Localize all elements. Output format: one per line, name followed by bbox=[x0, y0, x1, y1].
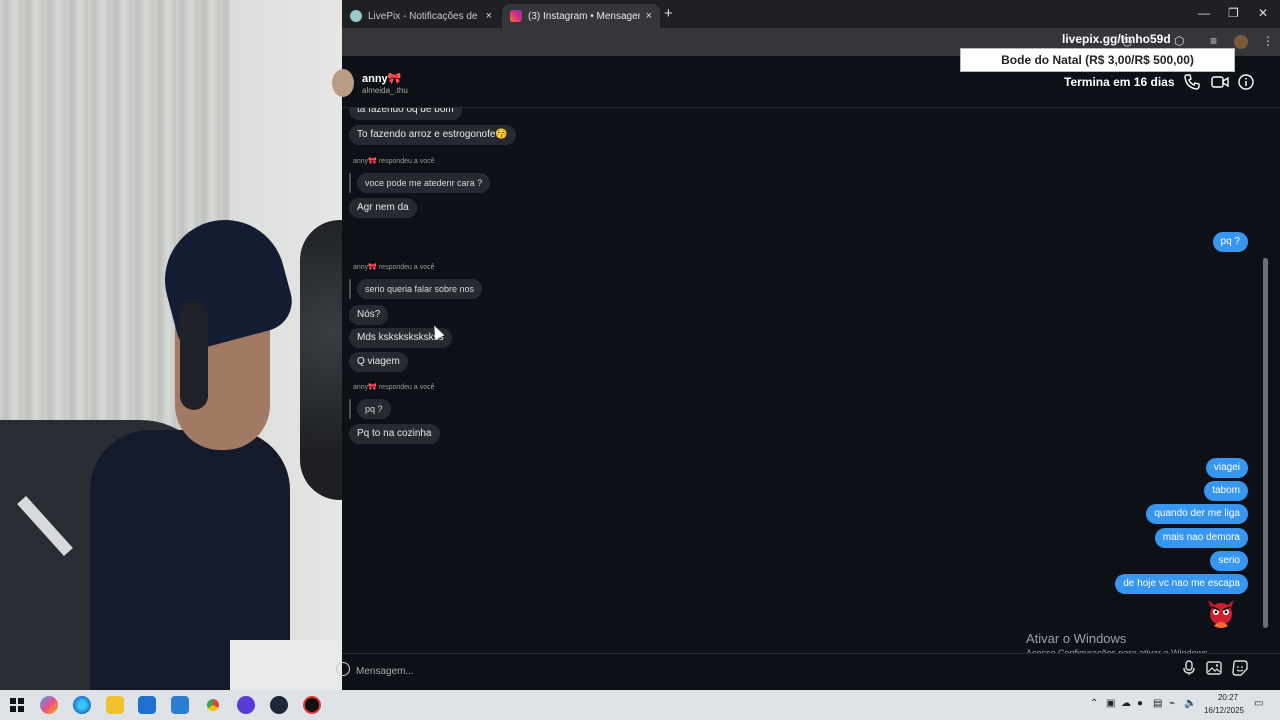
new-tab-button[interactable]: + bbox=[664, 5, 673, 22]
message-incoming[interactable]: Nós? bbox=[349, 305, 389, 325]
sticker-icon[interactable] bbox=[1232, 660, 1248, 679]
livepix-url: livepix.gg/tinho59d bbox=[1062, 32, 1171, 46]
close-tab-icon[interactable]: × bbox=[646, 10, 652, 22]
reply-indicator bbox=[349, 399, 351, 419]
file-explorer-icon[interactable] bbox=[106, 696, 124, 714]
steam-icon[interactable] bbox=[270, 696, 288, 714]
microphone-icon[interactable] bbox=[1182, 660, 1196, 679]
donation-goal: Bode do Natal (R$ 3,00/R$ 500,00) bbox=[960, 48, 1235, 72]
phone-icon[interactable] bbox=[1184, 74, 1200, 94]
maximize-button[interactable]: ❐ bbox=[1228, 6, 1239, 20]
message-incoming[interactable]: Agr nem da bbox=[349, 198, 417, 218]
clock-time[interactable]: 20:27 bbox=[1206, 693, 1250, 702]
message-composer bbox=[336, 653, 1280, 690]
contact-handle: almeida_.thu bbox=[362, 86, 408, 95]
message-incoming[interactable]: To fazendo arroz e estrogonofe😚 bbox=[349, 125, 516, 145]
message-incoming[interactable]: Q viagem bbox=[349, 352, 408, 372]
microphone-tray-icon[interactable]: ● bbox=[1137, 698, 1143, 709]
tab-title: (3) Instagram • Mensagens bbox=[528, 10, 640, 22]
message-input[interactable] bbox=[356, 661, 1176, 681]
fan bbox=[300, 220, 342, 500]
contact-name[interactable]: anny🎀 bbox=[362, 72, 401, 85]
video-call-icon[interactable] bbox=[1211, 74, 1229, 94]
tab-instagram[interactable]: (3) Instagram • Mensagens × bbox=[502, 4, 660, 28]
message-outgoing[interactable]: tabom bbox=[1204, 481, 1248, 501]
message-outgoing[interactable]: pq ? bbox=[1212, 232, 1248, 252]
reply-meta: anny🎀 respondeu a você bbox=[353, 264, 435, 271]
outlook-icon[interactable] bbox=[171, 696, 189, 714]
app-icon[interactable] bbox=[303, 696, 321, 714]
windows-start-icon[interactable] bbox=[8, 696, 26, 714]
info-icon[interactable] bbox=[1238, 74, 1254, 94]
media-icon[interactable]: ≡ bbox=[1210, 34, 1217, 48]
emoji-icon[interactable] bbox=[336, 662, 350, 676]
webcam-feed bbox=[0, 0, 342, 690]
message-outgoing[interactable]: serio bbox=[1210, 551, 1248, 571]
message-outgoing[interactable]: de hoje vc nao me escapa bbox=[1115, 574, 1248, 594]
instagram-favicon-icon bbox=[510, 10, 522, 22]
close-tab-icon[interactable]: × bbox=[486, 10, 492, 22]
activate-windows-title: Ativar o Windows bbox=[1026, 631, 1127, 646]
tray-icon[interactable]: ▣ bbox=[1106, 698, 1115, 709]
obs-icon[interactable] bbox=[237, 696, 255, 714]
screen: LivePix - Notificações de Pix pa × (3) I… bbox=[0, 0, 1280, 720]
tab-livepix[interactable]: LivePix - Notificações de Pix pa × bbox=[342, 4, 500, 28]
message-outgoing[interactable]: mais nao demora bbox=[1154, 528, 1248, 548]
scrollbar[interactable] bbox=[1260, 108, 1270, 648]
copilot-icon[interactable] bbox=[40, 696, 58, 714]
tab-title: LivePix - Notificações de Pix pa bbox=[368, 10, 480, 22]
livepix-favicon-icon bbox=[350, 10, 362, 22]
reply-quote[interactable]: voce pode me atedenr cara ? bbox=[357, 173, 491, 193]
headset bbox=[180, 300, 208, 410]
clock-date[interactable]: 16/12/2025 bbox=[1200, 706, 1248, 715]
tab-bar: LivePix - Notificações de Pix pa × (3) I… bbox=[342, 0, 1280, 28]
cloud-icon[interactable]: ☁ bbox=[1121, 698, 1131, 709]
close-window-button[interactable]: ✕ bbox=[1258, 6, 1268, 20]
reply-indicator bbox=[349, 279, 351, 299]
reply-quote[interactable]: serio queria falar sobre nos bbox=[357, 279, 483, 299]
image-icon[interactable] bbox=[1206, 660, 1222, 679]
table bbox=[230, 640, 342, 690]
display-icon[interactable]: ▤ bbox=[1153, 698, 1162, 709]
angry-devil-sticker[interactable] bbox=[1206, 600, 1236, 634]
menu-icon[interactable]: ⋮ bbox=[1262, 34, 1274, 48]
taskbar: ⌃ ▣ ☁ ● ▤ ⌁ 🔈 20:27 16/12/2025 ▭ bbox=[0, 690, 1280, 720]
edge-icon[interactable] bbox=[73, 696, 91, 714]
chrome-icon[interactable] bbox=[204, 696, 222, 714]
reply-meta: anny🎀 respondeu a você bbox=[353, 158, 435, 165]
message-incoming[interactable]: ta fazendo oq de bom bbox=[349, 108, 462, 120]
message-outgoing[interactable]: viagei bbox=[1205, 458, 1248, 478]
message-thread[interactable]: ta fazendo oq de bom To fazendo arroz e … bbox=[342, 108, 1262, 653]
scroll-thumb[interactable] bbox=[1263, 258, 1268, 628]
notification-icon[interactable]: ▭ bbox=[1254, 698, 1263, 709]
avatar[interactable] bbox=[332, 69, 354, 97]
minimize-button[interactable]: — bbox=[1198, 6, 1210, 20]
store-icon[interactable] bbox=[138, 696, 156, 714]
goal-deadline: Termina em 16 dias bbox=[1064, 75, 1175, 89]
message-outgoing[interactable]: quando der me liga bbox=[1146, 504, 1248, 524]
browser-window: LivePix - Notificações de Pix pa × (3) I… bbox=[332, 0, 1280, 690]
extensions-icon[interactable]: ⬡ bbox=[1174, 34, 1184, 48]
reply-indicator bbox=[349, 173, 351, 193]
message-incoming[interactable]: Pq to na cozinha bbox=[349, 424, 440, 444]
reply-quote[interactable]: pq ? bbox=[357, 399, 391, 419]
network-icon[interactable]: ⌁ bbox=[1169, 698, 1175, 709]
volume-icon[interactable]: 🔈 bbox=[1184, 698, 1196, 709]
profile-avatar[interactable] bbox=[1234, 35, 1248, 49]
reply-meta: anny🎀 respondeu a você bbox=[353, 384, 435, 391]
chevron-up-icon[interactable]: ⌃ bbox=[1090, 698, 1098, 709]
